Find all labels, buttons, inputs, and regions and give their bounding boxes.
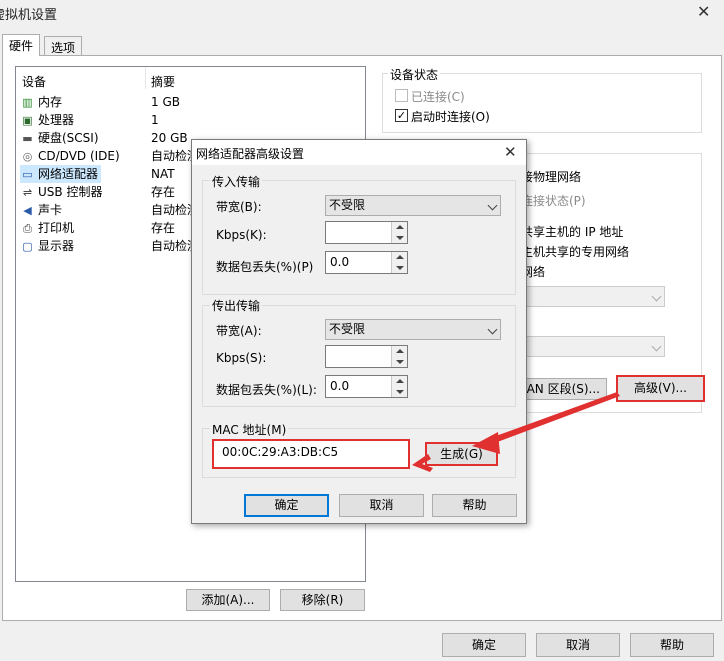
outgoing-bandwidth-select[interactable]: 不受限 [325,319,501,340]
hardware-summary: 20 GB [151,131,188,145]
disk-icon: ▬ [22,131,33,145]
bridged-option-label: 接物理网络 [521,170,582,184]
incoming-bandwidth-value: 不受限 [329,198,366,212]
dialog-close-icon[interactable]: ✕ [504,143,517,161]
hardware-summary: NAT [151,167,175,181]
network-adapter-advanced-dialog: 网络适配器高级设置 ✕ 传入传输 带宽(B): 不受限 Kbps(K): 数据包… [191,139,527,524]
incoming-title: 传入传输 [210,173,263,190]
hardware-name: CD/DVD (IDE) [38,149,120,163]
display-icon: ▢ [22,239,33,253]
column-divider [145,67,146,89]
incoming-bandwidth-label: 带宽(B): [216,200,262,214]
connect-on-power-checkbox[interactable]: ✓ [395,109,408,122]
hardware-name: 网络适配器 [38,167,99,181]
column-header-device[interactable]: 设备 [22,73,46,90]
connect-on-power-label: 启动时连接(O) [411,110,490,124]
cancel-button[interactable]: 取消 [536,633,620,657]
hardware-name: 声卡 [38,203,63,217]
incoming-loss-input[interactable]: 0.0 [325,251,408,274]
connected-checkbox[interactable] [395,89,408,102]
dialog-cancel-button[interactable]: 取消 [339,494,424,517]
outgoing-loss-value: 0.0 [330,379,350,393]
incoming-kbps-input[interactable] [325,221,408,244]
hardware-summary: 存在 [151,221,176,235]
advanced-button[interactable]: 高级(V)... [616,375,705,402]
printer-icon: ⎙ [23,221,32,235]
outgoing-kbps-spinner[interactable] [391,346,407,367]
add-hardware-button[interactable]: 添加(A)... [186,589,270,611]
incoming-loss-spinner[interactable] [391,252,407,273]
outgoing-title: 传出传输 [210,297,263,314]
outgoing-bandwidth-value: 不受限 [329,322,366,336]
device-status-title: 设备状态 [388,66,441,83]
network-adapter-icon: ▭ [22,167,33,181]
hardware-name: 处理器 [38,113,75,127]
hardware-summary: 存在 [151,185,176,199]
hardware-name: USB 控制器 [38,185,103,199]
ok-button[interactable]: 确定 [442,633,526,657]
hardware-summary: 1 GB [151,95,180,109]
mac-address-title: MAC 地址(M) [210,421,289,438]
cpu-icon: ▣ [22,113,33,127]
tab-hardware[interactable]: 硬件 [2,34,41,56]
memory-icon: ▥ [22,95,33,109]
outgoing-loss-spinner[interactable] [391,376,407,397]
dialog-title: 网络适配器高级设置 [196,147,305,161]
outgoing-kbps-input[interactable] [325,345,408,368]
hardware-row-memory[interactable]: ▥ 内存 1 GB [16,93,365,111]
usb-icon: ⇌ [22,185,33,199]
hardware-name: 内存 [38,95,63,109]
incoming-loss-label: 数据包丢失(%)(P) [216,260,314,274]
mac-address-value: 00:0C:29:A3:DB:C5 [222,445,339,459]
replicate-state-label: 连接状态(P) [521,194,586,208]
generate-mac-button[interactable]: 生成(G) [425,442,498,466]
outgoing-loss-input[interactable]: 0.0 [325,375,408,398]
connected-label: 已连接(C) [411,90,465,104]
nat-option-label: 共享主机的 IP 地址 [521,225,624,239]
outgoing-kbps-label: Kbps(S): [216,351,267,365]
dialog-help-button[interactable]: 帮助 [432,494,517,517]
help-button[interactable]: 帮助 [630,633,714,657]
window-title: 虚拟机设置 [0,8,58,23]
mac-address-input[interactable]: 00:0C:29:A3:DB:C5 [212,439,410,469]
dialog-ok-button[interactable]: 确定 [244,494,329,517]
window-close-icon[interactable]: ✕ [697,2,710,21]
hardware-summary: 1 [151,113,159,127]
remove-hardware-button[interactable]: 移除(R) [280,589,365,611]
hardware-row-processor[interactable]: ▣ 处理器 1 [16,111,365,129]
column-header-summary[interactable]: 摘要 [151,73,175,90]
hardware-name: 硬盘(SCSI) [38,131,99,145]
incoming-kbps-label: Kbps(K): [216,228,267,242]
incoming-loss-value: 0.0 [330,255,350,269]
outgoing-bandwidth-label: 带宽(A): [216,324,262,338]
outgoing-loss-label: 数据包丢失(%)(L): [216,383,317,397]
tab-options[interactable]: 选项 [44,36,83,56]
hardware-name: 打印机 [38,221,75,235]
sound-icon: ◀ [23,203,32,217]
incoming-kbps-spinner[interactable] [391,222,407,243]
cd-icon: ◎ [22,149,33,163]
hardware-name: 显示器 [38,239,75,253]
incoming-bandwidth-select[interactable]: 不受限 [325,195,501,216]
hostonly-option-label: 主机共享的专用网络 [521,245,630,259]
